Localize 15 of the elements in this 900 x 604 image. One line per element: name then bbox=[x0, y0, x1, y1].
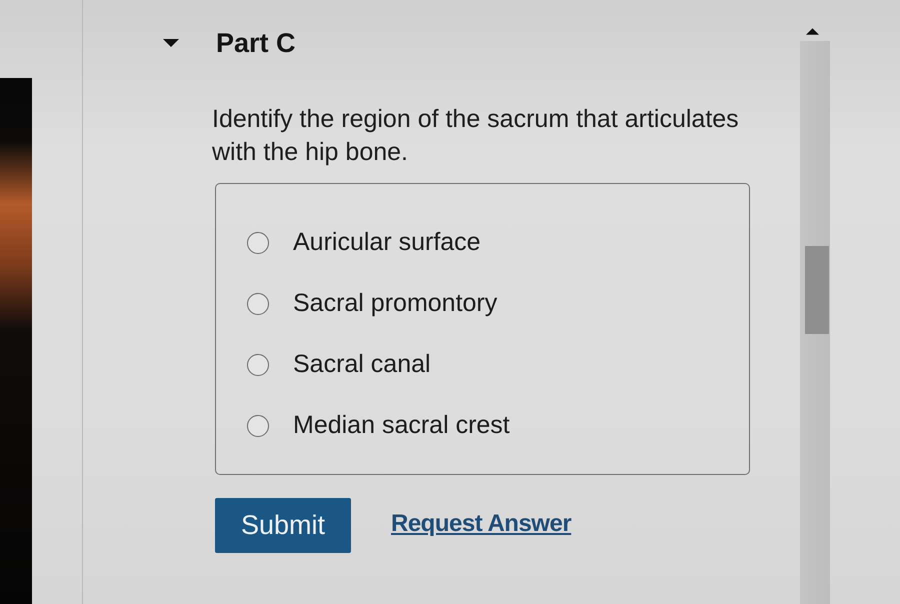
question-text: Identify the region of the sacrum that articulates with the hip bone. bbox=[212, 104, 740, 168]
option-label[interactable]: Sacral promontory bbox=[293, 289, 498, 318]
option-label[interactable]: Sacral canal bbox=[293, 350, 431, 379]
submit-button[interactable]: Submit bbox=[215, 498, 351, 553]
option-label[interactable]: Median sacral crest bbox=[293, 411, 510, 440]
radio-button[interactable] bbox=[247, 354, 269, 376]
request-answer-link[interactable]: Request Answer bbox=[391, 510, 572, 538]
option-label[interactable]: Auricular surface bbox=[293, 228, 481, 257]
scrollbar-track[interactable] bbox=[800, 41, 830, 604]
radio-button[interactable] bbox=[247, 414, 269, 436]
part-title: Part C bbox=[216, 28, 296, 58]
scroll-up-icon[interactable] bbox=[806, 28, 819, 35]
radio-button[interactable] bbox=[247, 232, 269, 254]
scrollbar-thumb[interactable] bbox=[805, 246, 829, 334]
radio-button[interactable] bbox=[247, 292, 269, 314]
